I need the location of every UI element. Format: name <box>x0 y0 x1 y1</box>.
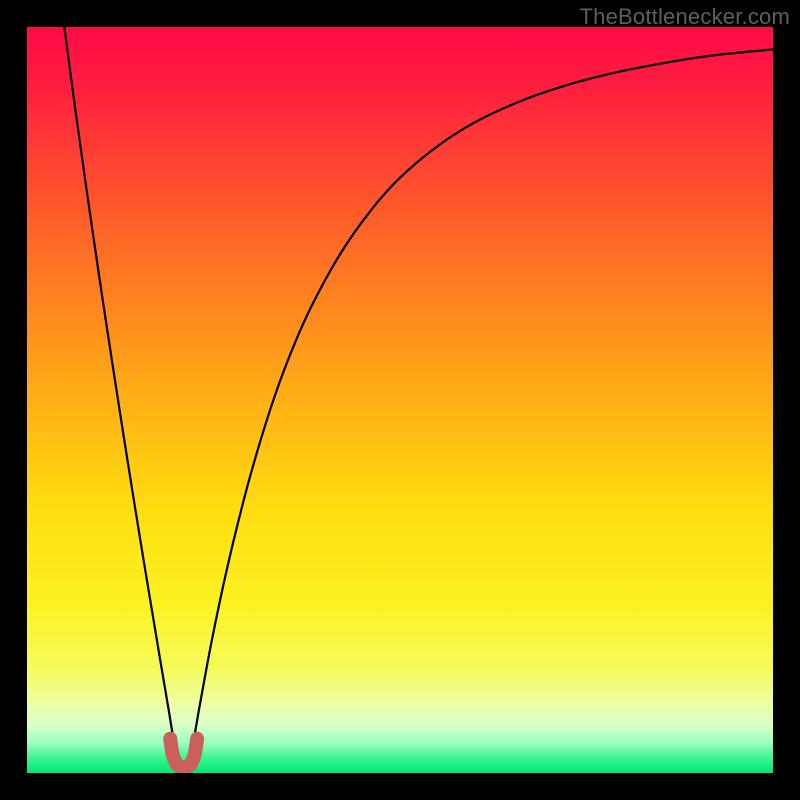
curve-layer <box>27 27 773 773</box>
bottleneck-curve-left <box>64 27 174 742</box>
bottleneck-curve-right <box>193 49 773 742</box>
optimal-marker <box>170 739 197 767</box>
plot-area <box>27 27 773 773</box>
chart-frame: TheBottlenecker.com <box>0 0 800 800</box>
watermark-text: TheBottlenecker.com <box>580 4 790 30</box>
